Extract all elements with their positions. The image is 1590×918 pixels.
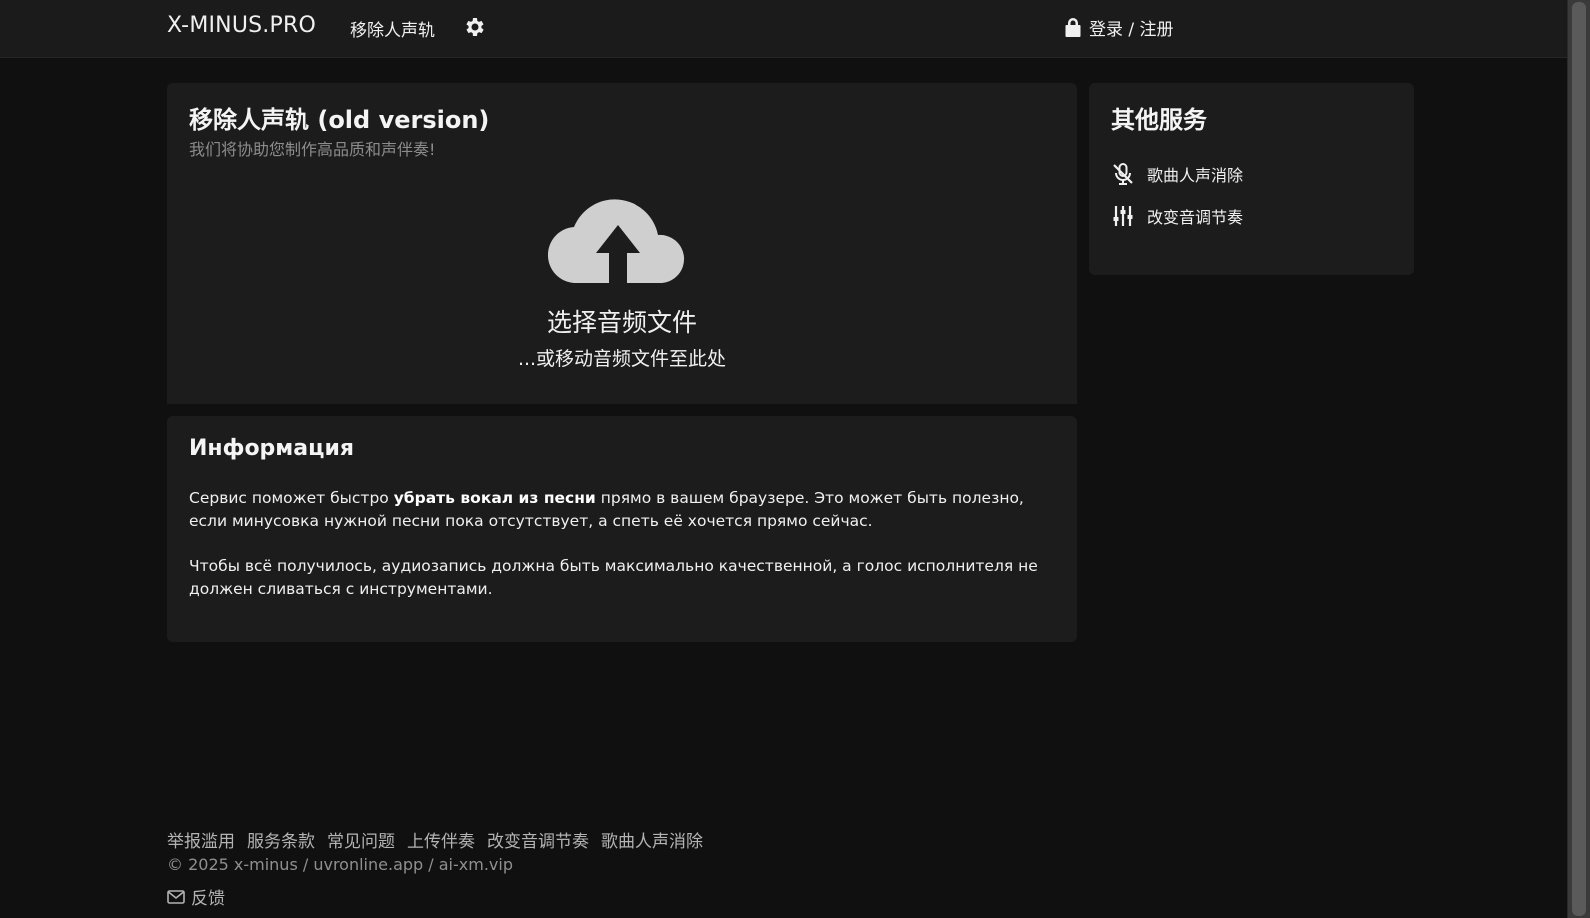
service-label-vocal-remover: 歌曲人声消除 [1147, 166, 1244, 185]
footer-link-upload-backing[interactable]: 上传伴奏 [407, 827, 475, 852]
lock-icon [1065, 18, 1081, 37]
footer-feedback-link[interactable]: 反馈 [167, 884, 225, 909]
sliders-icon [1113, 206, 1133, 226]
service-link-vocal-remover[interactable]: 歌曲人声消除 [1111, 161, 1243, 187]
footer-link-vocal-remover[interactable]: 歌曲人声消除 [601, 827, 703, 852]
drop-audio-hint: ...或移动音频文件至此处 [517, 348, 727, 370]
gear-icon[interactable] [463, 15, 487, 39]
service-label-pitch-tempo: 改变音调节奏 [1147, 208, 1244, 227]
footer-link-faq[interactable]: 常见问题 [327, 827, 395, 852]
footer-links: 举报滥用 服务条款 常见问题 上传伴奏 改变音调节奏 歌曲人声消除 [167, 827, 703, 852]
info-p1-bold-text: убрать вокал из песни [393, 489, 596, 507]
footer-link-terms[interactable]: 服务条款 [247, 827, 315, 852]
info-panel: Информация Сервис поможет быстро убрать … [167, 416, 1077, 642]
cloud-upload-icon[interactable] [548, 197, 688, 283]
service-link-pitch-tempo[interactable]: 改变音调节奏 [1111, 203, 1243, 229]
select-audio-file-button[interactable]: 选择音频文件 [167, 303, 1077, 339]
brand-logo-link[interactable]: X-MINUS.PRO [167, 13, 316, 38]
info-paragraph-2: Чтобы всё получилось, аудиозапись должна… [189, 557, 1038, 598]
footer-link-pitch-tempo[interactable]: 改变音调节奏 [487, 827, 589, 852]
footer-link-report-abuse[interactable]: 举报滥用 [167, 827, 235, 852]
page: X-MINUS.PRO 移除人声轨 登录 / 注册 移除人声轨 (old ver… [0, 0, 1568, 918]
nav-link-remove-vocals[interactable]: 移除人声轨 [350, 16, 435, 41]
page-title: 移除人声轨 (old version) [189, 106, 490, 134]
login-register-label: 登录 / 注册 [1089, 19, 1174, 40]
footer-feedback-label: 反馈 [191, 889, 225, 909]
info-paragraph-1: Сервис поможет быстро убрать вокал из пе… [189, 487, 1039, 533]
envelope-icon [167, 889, 185, 904]
top-navbar: X-MINUS.PRO 移除人声轨 登录 / 注册 [0, 0, 1568, 58]
scrollbar-thumb[interactable] [1572, 2, 1586, 916]
login-register-link[interactable]: 登录 / 注册 [1065, 15, 1174, 40]
page-scrollbar[interactable] [1567, 0, 1590, 918]
other-services-panel: 其他服务 歌曲人声消除 改变音调节奏 [1089, 83, 1414, 275]
other-services-title: 其他服务 [1111, 106, 1207, 134]
info-title: Информация [189, 436, 354, 461]
page-subtitle: 我们将协助您制作高品质和声伴奏! [189, 140, 436, 159]
footer-copyright: © 2025 x-minus / uvronline.app / ai-xm.v… [167, 855, 513, 874]
info-p1-text-start: Сервис поможет быстро [189, 489, 394, 507]
microphone-slash-icon [1113, 163, 1133, 185]
upload-panel[interactable]: 移除人声轨 (old version) 我们将协助您制作高品质和声伴奏! 选择音… [167, 83, 1077, 404]
